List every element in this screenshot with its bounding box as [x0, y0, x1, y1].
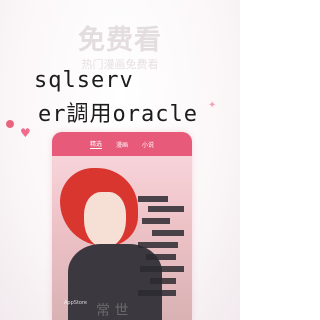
comic-cover-art — [52, 156, 192, 320]
overlay-text-line-2: er調用oracle — [38, 102, 198, 127]
comic-caption: 常 世 — [96, 303, 129, 319]
censor-bars — [138, 196, 188, 316]
phone-tab-novels[interactable]: 小说 — [142, 140, 154, 149]
phone-tab-comics[interactable]: 漫画 — [116, 140, 128, 149]
decoration-dot — [6, 120, 14, 128]
page-headline: 免费看 — [78, 25, 162, 56]
overlay-text-line-1: sqlserv — [34, 68, 134, 93]
phone-mockup: 精选 漫画 小说 — [52, 132, 192, 320]
character-face — [84, 192, 126, 248]
phone-tab-featured[interactable]: 精选 — [89, 139, 102, 149]
heart-icon: ♥ — [20, 126, 31, 140]
phone-tab-bar: 精选 漫画 小说 — [52, 134, 192, 154]
phone-status-text: AppStore — [64, 300, 87, 306]
sparkle-icon: ✦ — [208, 100, 217, 111]
